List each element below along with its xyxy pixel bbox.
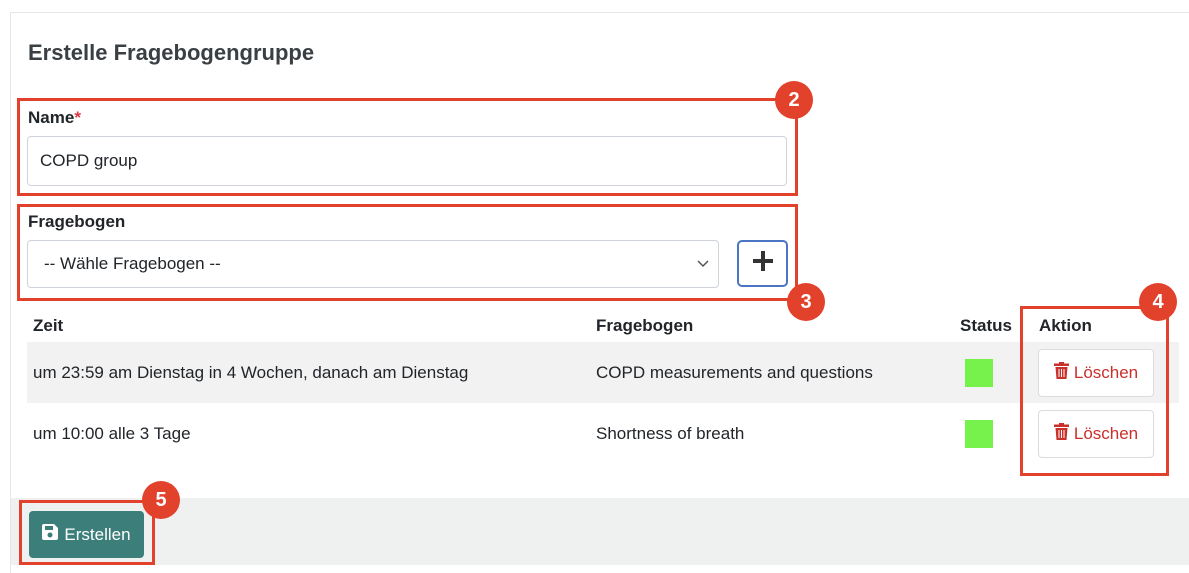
chevron-down-icon bbox=[688, 260, 718, 268]
create-button[interactable]: Erstellen bbox=[29, 511, 144, 558]
header-questionnaire: Fragebogen bbox=[596, 316, 694, 335]
row-time: um 10:00 alle 3 Tage bbox=[33, 423, 191, 443]
delete-button[interactable]: Löschen bbox=[1038, 349, 1154, 397]
table-row: um 10:00 alle 3 Tage Shortness of breath… bbox=[27, 403, 1179, 464]
header-time: Zeit bbox=[33, 316, 64, 335]
trash-icon bbox=[1053, 423, 1069, 445]
form-footer bbox=[11, 498, 1189, 565]
name-label: Name* bbox=[28, 108, 81, 128]
row-questionnaire: Shortness of breath bbox=[596, 423, 745, 443]
form-card bbox=[10, 12, 1189, 573]
row-questionnaire: COPD measurements and questions bbox=[596, 362, 873, 382]
annotation-badge-5: 5 bbox=[142, 481, 180, 519]
delete-button[interactable]: Löschen bbox=[1038, 410, 1154, 458]
required-mark: * bbox=[74, 108, 81, 127]
create-button-label: Erstellen bbox=[64, 524, 131, 544]
save-icon bbox=[42, 524, 59, 545]
plus-icon bbox=[751, 249, 775, 278]
page-title: Erstelle Fragebogengruppe bbox=[28, 40, 315, 65]
annotation-badge-2: 2 bbox=[775, 81, 813, 119]
annotation-badge-4: 4 bbox=[1139, 283, 1177, 321]
status-indicator bbox=[965, 420, 993, 448]
status-indicator bbox=[965, 359, 993, 387]
delete-label: Löschen bbox=[1073, 363, 1139, 382]
name-label-text: Name bbox=[28, 108, 75, 127]
add-questionnaire-button[interactable] bbox=[737, 240, 788, 287]
questionnaire-select-value: -- Wähle Fragebogen -- bbox=[44, 254, 221, 273]
table-row: um 23:59 am Dienstag in 4 Wochen, danach… bbox=[27, 342, 1179, 403]
questionnaire-select[interactable]: -- Wähle Fragebogen -- bbox=[27, 240, 719, 288]
row-time: um 23:59 am Dienstag in 4 Wochen, danach… bbox=[33, 362, 469, 382]
trash-icon bbox=[1053, 362, 1069, 384]
header-status: Status bbox=[960, 316, 1012, 335]
header-action: Aktion bbox=[1039, 316, 1092, 335]
annotation-badge-3: 3 bbox=[787, 283, 825, 321]
delete-label: Löschen bbox=[1073, 424, 1139, 443]
questionnaire-label: Fragebogen bbox=[28, 212, 126, 231]
name-input[interactable] bbox=[27, 136, 787, 186]
